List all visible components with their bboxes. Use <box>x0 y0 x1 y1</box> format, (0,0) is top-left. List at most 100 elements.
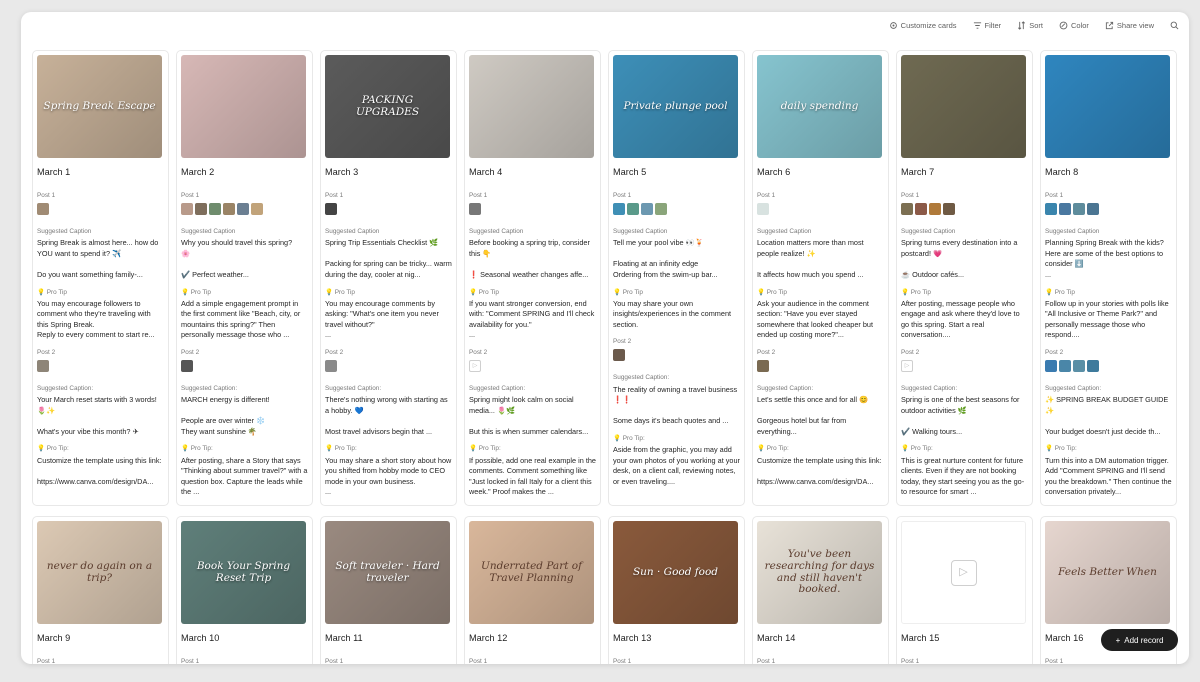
post-image-thumb[interactable] <box>469 203 481 216</box>
post-image-thumb[interactable] <box>929 203 941 216</box>
post-image-thumb[interactable] <box>901 203 913 216</box>
post-swatches[interactable] <box>325 203 452 216</box>
post-image-thumb[interactable] <box>1059 360 1071 373</box>
record-card[interactable]: March 4 Post 1 Suggested Caption Before boo… <box>464 50 601 506</box>
record-card[interactable]: Sun · Good food March 13 Post 1 <box>608 516 745 664</box>
post-swatches[interactable] <box>37 203 164 216</box>
suggested-caption-2: There's nothing wrong with starting as a… <box>325 395 448 436</box>
sort-button[interactable]: Sort <box>1017 21 1043 30</box>
post-image-thumb[interactable]: ▷ <box>469 360 481 373</box>
record-card[interactable]: March 7 Post 1 Suggested Caption Spring tur… <box>896 50 1033 506</box>
post-image-thumb[interactable] <box>237 203 249 216</box>
post-swatches[interactable] <box>469 203 596 216</box>
record-card[interactable]: March 8 Post 1 Suggested Caption Planning S… <box>1040 50 1177 506</box>
post-image-thumb[interactable] <box>1045 360 1057 373</box>
post-swatches[interactable] <box>37 360 164 373</box>
post-image-thumb[interactable] <box>1087 203 1099 216</box>
post-image-thumb[interactable] <box>1073 360 1085 373</box>
post-image-thumb[interactable] <box>1073 203 1085 216</box>
post-image-thumb[interactable] <box>325 360 337 373</box>
post-swatches[interactable] <box>757 203 884 216</box>
post-image-thumb[interactable] <box>915 203 927 216</box>
record-card[interactable]: daily spending March 6 Post 1 Suggested Cap… <box>752 50 889 506</box>
cover-image[interactable] <box>469 55 594 158</box>
record-card[interactable]: March 2 Post 1 Suggested Caption Why you sh… <box>176 50 313 506</box>
suggested-caption-1: Why you should travel this spring? 🌸 ✔️ … <box>181 238 293 279</box>
post-image-thumb[interactable] <box>37 360 49 373</box>
suggested-caption-2: Your March reset starts with 3 words! 🌷✨… <box>37 395 157 436</box>
post-swatches[interactable] <box>757 360 884 373</box>
post-image-thumb[interactable] <box>195 203 207 216</box>
post-image-thumb[interactable] <box>613 349 625 362</box>
post-swatches[interactable] <box>181 203 308 216</box>
post2-label: Post 2 <box>613 338 632 346</box>
record-card[interactable]: Book Your Spring Reset Trip March 10 Post … <box>176 516 313 664</box>
post-swatches[interactable] <box>901 203 1028 216</box>
pro-tip-1: After posting, message people who engage… <box>901 298 1020 340</box>
suggested-caption-label: Suggested Caption <box>325 228 380 236</box>
color-button[interactable]: Color <box>1059 21 1089 30</box>
post-image-thumb[interactable] <box>209 203 221 216</box>
record-card[interactable]: PACKING UPGRADES March 3 Post 1 Suggested C… <box>320 50 457 506</box>
post-swatches[interactable]: ▷ <box>901 360 1028 373</box>
post-image-thumb[interactable] <box>943 203 955 216</box>
post-swatches[interactable] <box>1045 203 1172 216</box>
post-image-thumb[interactable] <box>1059 203 1071 216</box>
post-image-thumb[interactable] <box>181 203 193 216</box>
post-image-thumb[interactable] <box>641 203 653 216</box>
post-image-thumb[interactable] <box>627 203 639 216</box>
post-swatches[interactable] <box>613 349 740 362</box>
post-image-thumb[interactable] <box>1087 360 1099 373</box>
customize-cards-button[interactable]: Customize cards <box>889 21 957 30</box>
post-image-thumb[interactable] <box>325 203 337 216</box>
post-image-thumb[interactable] <box>757 360 769 373</box>
pro-tip-label: 💡 Pro Tip <box>325 288 355 296</box>
record-card[interactable]: Private plunge pool March 5 Post 1 Suggeste… <box>608 50 745 506</box>
post-image-thumb[interactable]: ▷ <box>901 360 913 373</box>
post-swatches[interactable] <box>1045 360 1172 373</box>
record-card[interactable]: Underrated Part of Travel Planning March … <box>464 516 601 664</box>
cover-image[interactable]: You've been researching for days and sti… <box>757 521 882 624</box>
record-card[interactable]: Spring Break Escape March 1 Post 1 Suggeste… <box>32 50 169 506</box>
search-button[interactable] <box>1170 21 1179 30</box>
post-image-thumb[interactable] <box>37 203 49 216</box>
post-swatches[interactable]: ▷ <box>469 360 596 373</box>
record-card[interactable]: You've been researching for days and sti… <box>752 516 889 664</box>
post-image-thumb[interactable] <box>655 203 667 216</box>
record-card[interactable]: ▷March 15Post 1▷ <box>896 516 1033 664</box>
card-date: March 1 <box>37 167 71 177</box>
cover-image[interactable]: Spring Break Escape <box>37 55 162 158</box>
post1-label: Post 1 <box>181 192 200 200</box>
post1-label: Post 1 <box>1045 658 1064 664</box>
record-card[interactable]: Soft traveler · Hard traveler March 11 Pos… <box>320 516 457 664</box>
post-image-thumb[interactable] <box>251 203 263 216</box>
cover-image[interactable]: Soft traveler · Hard traveler <box>325 521 450 624</box>
cover-image[interactable]: PACKING UPGRADES <box>325 55 450 158</box>
cover-image[interactable] <box>181 55 306 158</box>
post-image-thumb[interactable] <box>1045 203 1057 216</box>
post-swatches[interactable] <box>613 203 740 216</box>
filter-button[interactable]: Filter <box>973 21 1001 30</box>
share-view-button[interactable]: Share view <box>1105 21 1154 30</box>
cover-image[interactable]: Feels Better When <box>1045 521 1170 624</box>
post-swatches[interactable] <box>325 360 452 373</box>
suggested-caption-label: Suggested Caption <box>181 228 236 236</box>
suggested-caption-1: Spring Trip Essentials Checklist 🌿 Packi… <box>325 238 452 279</box>
post-image-thumb[interactable] <box>181 360 193 373</box>
cover-image[interactable]: ▷ <box>901 521 1026 624</box>
cover-image[interactable] <box>901 55 1026 158</box>
cover-image[interactable]: Sun · Good food <box>613 521 738 624</box>
record-card[interactable]: never do again on a trip? March 9 Post 1 <box>32 516 169 664</box>
post-image-thumb[interactable] <box>757 203 769 216</box>
post-image-thumb[interactable] <box>223 203 235 216</box>
cover-image[interactable]: never do again on a trip? <box>37 521 162 624</box>
cover-image[interactable]: daily spending <box>757 55 882 158</box>
post2-label: Post 2 <box>901 348 920 356</box>
cover-image[interactable]: Private plunge pool <box>613 55 738 158</box>
cover-image[interactable]: Book Your Spring Reset Trip <box>181 521 306 624</box>
post-image-thumb[interactable] <box>613 203 625 216</box>
cover-image[interactable] <box>1045 55 1170 158</box>
cover-image[interactable]: Underrated Part of Travel Planning <box>469 521 594 624</box>
add-record-button[interactable]: + Add record <box>1101 629 1178 651</box>
post-swatches[interactable] <box>181 360 308 373</box>
